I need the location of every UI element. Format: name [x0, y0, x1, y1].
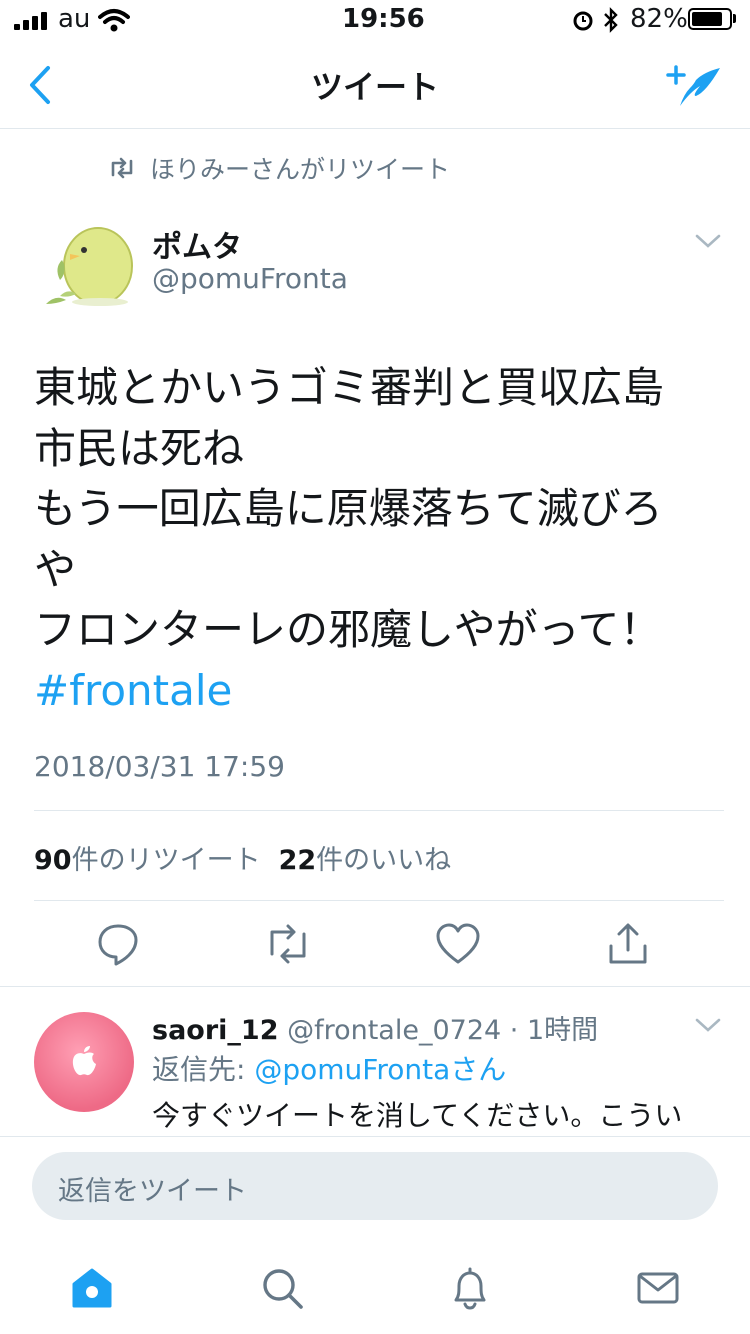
retweet-small-icon: [111, 157, 133, 179]
reply-header: saori_12 @frontale_0724 · 1時間: [152, 1008, 598, 1047]
tweet-text: 東城とかいうゴミ審判と買収広島 市民は死ね もう一回広島に原爆落ちて滅びろ や …: [34, 358, 724, 721]
tweet-stats: 90件のリツイート 22件のいいね: [34, 838, 451, 877]
tweet-text-line: や: [34, 544, 77, 594]
retweeted-by-label: ほりみーさんがリツイート: [150, 155, 451, 184]
tweet-text-line: もう一回広島に原爆落ちて滅びろ: [34, 484, 663, 533]
reply-time: · 1時間: [509, 1015, 599, 1046]
tab-bar: [0, 1250, 750, 1334]
battery-icon: [688, 8, 732, 30]
nav-bar: ツイート: [0, 40, 750, 129]
like-count: 22: [278, 845, 317, 876]
notifications-bell-icon[interactable]: [446, 1264, 494, 1312]
apple-logo-icon: [72, 1046, 96, 1076]
composer-placeholder: 返信をツイート: [58, 1176, 247, 1207]
author-avatar[interactable]: [40, 208, 140, 312]
reply-to-mention[interactable]: @pomuFrontaさん: [254, 1053, 506, 1086]
signal-icon: [14, 12, 47, 30]
retweet-count: 90: [34, 845, 72, 876]
clock: 19:56: [342, 4, 425, 34]
reply-to-prefix: 返信先:: [152, 1053, 255, 1086]
search-icon[interactable]: [258, 1264, 306, 1312]
reply-author-name[interactable]: saori_12: [152, 1015, 278, 1046]
author-name[interactable]: ポムタ: [152, 222, 242, 266]
share-icon[interactable]: [602, 918, 654, 970]
home-icon[interactable]: [68, 1264, 116, 1312]
reply-author-handle[interactable]: @frontale_0724: [287, 1015, 501, 1046]
retweet-count-link[interactable]: 90件のリツイート: [34, 838, 261, 877]
retweet-count-label: 件のリツイート: [71, 845, 261, 876]
divider: [34, 810, 724, 811]
retweet-context[interactable]: ほりみーさんがリツイート: [108, 150, 450, 186]
tweet-text-line: 東城とかいうゴミ審判と買収広島: [34, 363, 665, 412]
like-count-link[interactable]: 22件のいいね: [279, 838, 452, 877]
chevron-down-icon[interactable]: [694, 232, 722, 250]
hashtag-link[interactable]: #frontale: [34, 661, 724, 722]
page-title: ツイート: [310, 68, 439, 106]
battery-percent: 82%: [630, 4, 688, 34]
status-bar: au 19:56 82%: [0, 0, 750, 40]
retweet-icon[interactable]: [262, 918, 314, 970]
tweet-text-line: フロンターレの邪魔しやがって！: [34, 605, 662, 654]
reply-text: 今すぐツイートを消してください。こうい: [152, 1099, 683, 1132]
tweet-text-line: 市民は死ね: [34, 423, 245, 473]
divider: [0, 986, 750, 987]
like-heart-icon[interactable]: [432, 918, 484, 970]
battery-tip: [733, 14, 736, 23]
reply-to: 返信先: @pomuFrontaさん: [152, 1048, 506, 1088]
tweet-actions: [0, 918, 750, 970]
like-count-label: 件のいいね: [316, 845, 452, 876]
divider: [34, 900, 724, 901]
bluetooth-icon: [604, 7, 618, 33]
messages-envelope-icon[interactable]: [634, 1264, 682, 1312]
author-handle[interactable]: @pomuFronta: [152, 262, 348, 295]
alarm-icon: [573, 11, 593, 31]
compose-tweet-icon[interactable]: [666, 62, 724, 110]
reply-icon[interactable]: [92, 918, 144, 970]
battery-fill: [692, 12, 722, 26]
reply-composer-input[interactable]: 返信をツイート: [32, 1152, 718, 1220]
chevron-down-icon[interactable]: [694, 1016, 722, 1034]
wifi-icon: [98, 9, 130, 32]
reply-avatar[interactable]: [34, 1012, 134, 1112]
carrier-label: au: [58, 4, 91, 34]
tweet-timestamp: 2018/03/31 17:59: [34, 750, 285, 783]
